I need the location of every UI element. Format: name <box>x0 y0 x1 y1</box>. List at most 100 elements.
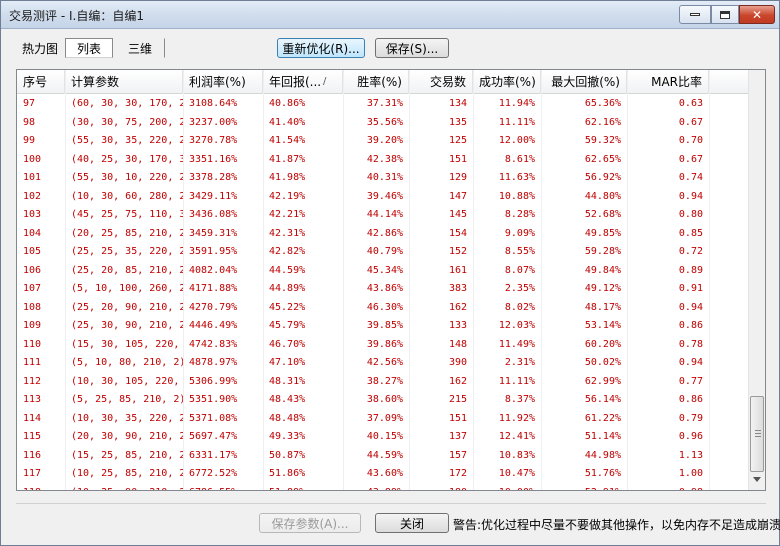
cell-profit: 3108.64% <box>189 98 238 109</box>
cell-annual: 45.79% <box>269 320 306 331</box>
table-row[interactable]: 97 (60, 30, 30, 170, 2) 3108.64% 40.86% 37.3… <box>17 95 748 114</box>
cell-trades: 162 <box>448 375 467 387</box>
cell-annual: 41.87% <box>269 153 306 165</box>
cell-drawdown: 49.85% <box>584 227 621 239</box>
close-window-button[interactable]: ✕ <box>739 5 775 24</box>
cell-index: 101 <box>23 172 42 183</box>
table-row[interactable]: 105 (25, 25, 35, 220, 2) 3591.95% 42.82% 40.… <box>17 243 748 262</box>
table-row[interactable]: 116 (15, 25, 85, 210, 2) 6331.17% 50.87% 44.… <box>17 447 748 466</box>
cell-params: (15, 30, 105, 220, 2) <box>71 338 183 350</box>
table-row[interactable]: 113 (5, 25, 85, 210, 2) 5351.90% 48.43% 38.6… <box>17 391 748 410</box>
cell-winrate: 39.46% <box>366 190 403 202</box>
table-row[interactable]: 114 (10, 30, 35, 220, 2) 5371.08% 48.48% 37.… <box>17 410 748 429</box>
table-row[interactable]: 115 (20, 30, 90, 210, 2) 5697.47% 49.33% 40.… <box>17 428 748 447</box>
cell-mar: 0.77 <box>678 375 703 387</box>
cell-index: 116 <box>23 449 42 461</box>
cell-mar: 0.80 <box>678 209 703 220</box>
cell-trades: 154 <box>448 227 467 239</box>
cell-params: (55, 30, 35, 220, 2) <box>71 135 183 146</box>
cell-trades: 137 <box>448 431 467 442</box>
scroll-down-arrow-icon[interactable] <box>753 477 761 482</box>
cell-winrate: 40.15% <box>366 431 403 442</box>
column-header-winrate[interactable]: 胜率(%) <box>343 70 409 94</box>
column-separator <box>627 70 628 490</box>
cell-annual: 48.31% <box>269 375 306 387</box>
table-row[interactable]: 108 (25, 20, 90, 210, 2) 4270.79% 45.22% 46.… <box>17 299 748 318</box>
column-header-annual[interactable]: 年回报(... / <box>263 70 343 94</box>
cell-trades: 162 <box>448 301 467 313</box>
cell-success: 10.47% <box>498 468 535 479</box>
column-header-mar[interactable]: MAR比率 <box>627 70 709 94</box>
table-row[interactable]: 109 (25, 30, 90, 210, 2) 4446.49% 45.79% 39.… <box>17 317 748 336</box>
save-button[interactable]: 保存(S)... <box>375 38 449 58</box>
cell-annual: 47.10% <box>269 357 306 368</box>
column-header-profit[interactable]: 利润率(%) <box>183 70 263 94</box>
minimize-icon <box>690 13 700 16</box>
table-row[interactable]: 100 (40, 25, 30, 170, 3) 3351.16% 41.87% 42.… <box>17 151 748 170</box>
cell-profit: 4446.49% <box>189 320 238 331</box>
column-header-index[interactable]: 序号 <box>17 70 65 94</box>
maximize-button[interactable] <box>711 5 739 24</box>
table-row[interactable]: 104 (20, 25, 85, 210, 2) 3459.31% 42.31% 42.… <box>17 225 748 244</box>
table-row[interactable]: 117 (10, 25, 85, 210, 2) 6772.52% 51.86% 43.… <box>17 465 748 484</box>
cell-index: 113 <box>23 394 42 405</box>
cell-index: 118 <box>17 484 65 491</box>
cell-winrate: 38.27% <box>366 375 403 387</box>
cell-success: 2.35% <box>504 283 535 294</box>
table-row[interactable]: 99 (55, 30, 35, 220, 2) 3270.78% 41.54% 39.2… <box>17 132 748 151</box>
tab-list[interactable]: 列表 <box>65 38 113 58</box>
table-row[interactable]: 118(10, 25, 90, 210, 2)6786.55%51.89%43.… <box>17 484 748 491</box>
cell-success: 8.61% <box>504 153 535 165</box>
cell-profit: 3237.00% <box>189 116 238 128</box>
table-row[interactable]: 101 (55, 30, 10, 220, 2) 3378.28% 41.98% 40.… <box>17 169 748 188</box>
close-button[interactable]: 关闭 <box>375 513 449 533</box>
column-separator <box>709 70 710 490</box>
column-separator <box>343 70 344 490</box>
tab-3d[interactable]: 三维 <box>115 38 165 58</box>
table-row[interactable]: 103 (45, 25, 75, 110, 3) 3436.08% 42.21% 44.… <box>17 206 748 225</box>
cell-params: (60, 30, 30, 170, 2) <box>71 98 183 109</box>
cell-mar: 0.94 <box>678 190 703 202</box>
cell-params: (5, 25, 85, 210, 2) <box>71 394 183 405</box>
cell-index: 99 <box>23 135 36 146</box>
tab-heatmap[interactable]: 热力图 <box>17 38 63 58</box>
column-header-drawdown[interactable]: 最大回撤(%) <box>541 70 627 94</box>
cell-trades: 145 <box>448 209 467 220</box>
table-row[interactable]: 106 (25, 20, 85, 210, 2) 4082.04% 44.59% 45.… <box>17 262 748 281</box>
vertical-scrollbar[interactable] <box>748 70 765 490</box>
column-header-trades[interactable]: 交易数 <box>409 70 473 94</box>
reoptimize-button[interactable]: 重新优化(R)... <box>277 38 365 58</box>
cell-annual: 41.54% <box>269 135 306 146</box>
cell-params: (10, 30, 60, 280, 2) <box>71 190 183 202</box>
column-separator <box>541 70 542 490</box>
column-header-success[interactable]: 成功率(%) <box>473 70 541 94</box>
table-header: 序号 计算参数 利润率(%) 年回报(... / 胜率(%) 交易数 成功率(%… <box>17 70 748 94</box>
cell-drawdown: 62.65% <box>584 153 621 165</box>
cell-annual: 45.22% <box>269 301 306 313</box>
cell-drawdown: 65.36% <box>584 98 621 109</box>
title-bar[interactable]: 交易测评 - I.自编：自编1 ✕ <box>1 1 779 29</box>
cell-params: (15, 25, 85, 210, 2) <box>71 449 183 461</box>
cell-index: 97 <box>23 98 36 109</box>
cell-profit: 3436.08% <box>189 209 238 220</box>
cell-winrate: 42.56% <box>366 357 403 368</box>
cell-mar: 0.72 <box>678 246 703 257</box>
cell-index: 107 <box>23 283 42 294</box>
save-params-button[interactable]: 保存参数(A)... <box>259 513 361 533</box>
table-row[interactable]: 112 (10, 30, 105, 220, 2) 5306.99% 48.31% 38… <box>17 373 748 392</box>
column-separator <box>473 70 474 490</box>
minimize-button[interactable] <box>679 5 711 24</box>
cell-trades: 390 <box>448 357 467 368</box>
cell-profit: 6772.52% <box>189 468 238 479</box>
cell-winrate: 45.34% <box>366 264 403 276</box>
table-row[interactable]: 102 (10, 30, 60, 280, 2) 3429.11% 42.19% 39.… <box>17 188 748 207</box>
table-row[interactable]: 98 (30, 30, 75, 200, 2) 3237.00% 41.40% 35.5… <box>17 114 748 133</box>
table-row[interactable]: 111 (5, 10, 80, 210, 2) 4878.97% 47.10% 42.5… <box>17 354 748 373</box>
table-row[interactable]: 107 (5, 10, 100, 260, 2) 4171.88% 44.89% 43.… <box>17 280 748 299</box>
scrollbar-thumb[interactable] <box>750 396 764 472</box>
table-row[interactable]: 110 (15, 30, 105, 220, 2) 4742.83% 46.70% 39… <box>17 336 748 355</box>
cell-drawdown: 50.02% <box>584 357 621 368</box>
column-header-params[interactable]: 计算参数 <box>65 70 183 94</box>
cell-index: 111 <box>23 357 42 368</box>
cell-mar: 0.94 <box>678 301 703 313</box>
